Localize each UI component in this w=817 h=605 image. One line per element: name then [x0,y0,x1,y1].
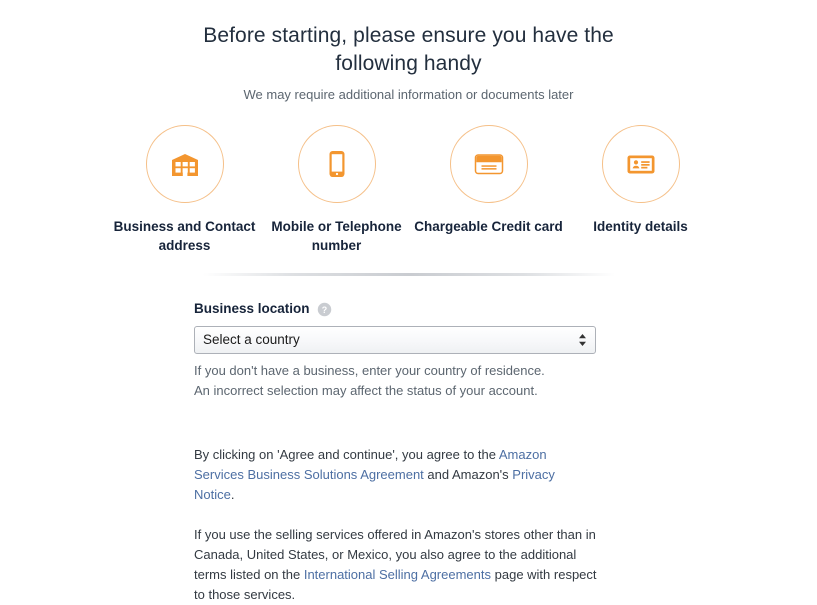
helper-line-2: An incorrect selection may affect the st… [194,383,538,398]
international-selling-agreements-link[interactable]: International Selling Agreements [304,567,491,582]
building-icon [171,154,198,176]
id-card-icon [627,155,654,174]
mobile-phone-icon [329,151,344,177]
legal-paragraph-2: If you use the selling services offered … [194,525,598,605]
section-divider [202,273,615,276]
business-location-label-row: Business location ? [194,300,598,318]
requirement-item-business-address: Business and Contact address [109,125,261,255]
icon-circle-business-address [145,125,224,203]
legal-paragraph-1: By clicking on 'Agree and continue', you… [194,445,598,505]
section-divider-wrapper [0,273,817,276]
legal-p1-text-c: . [230,487,235,502]
help-circle-icon[interactable]: ? [317,302,332,317]
icon-circle-credit-card [449,125,528,203]
page-subtitle: We may require additional information or… [243,87,574,102]
requirement-label: Mobile or Telephone number [271,219,402,253]
helper-line-1: If you don't have a business, enter your… [194,363,545,378]
business-location-form: Business location ? Select a country If … [194,276,598,605]
page-title: Before starting, please ensure you have … [203,24,614,75]
credit-card-icon [474,154,503,175]
requirement-label: Chargeable Credit card [414,219,563,234]
svg-text:?: ? [321,304,326,314]
legal-p1-text-b: and Amazon's [423,467,513,482]
business-location-label: Business location [194,301,310,316]
requirements-list: Business and Contact address Mobile or T… [0,125,817,255]
business-location-select[interactable]: Select a country [194,326,596,354]
business-location-helper-text: If you don't have a business, enter your… [194,361,598,401]
icon-circle-phone [297,125,376,203]
legal-p1-text-a: By clicking on 'Agree and continue', you… [194,447,499,462]
icon-circle-identity [601,125,680,203]
requirement-label: Business and Contact address [113,219,256,253]
page-header: Before starting, please ensure you have … [0,0,817,103]
requirement-item-credit-card: Chargeable Credit card [413,125,565,236]
requirement-label: Identity details [593,219,688,234]
business-location-select-value: Select a country [203,332,300,347]
legal-agreement-block: By clicking on 'Agree and continue', you… [194,445,598,605]
requirement-item-phone: Mobile or Telephone number [261,125,413,255]
requirement-item-identity: Identity details [565,125,717,236]
business-location-select-wrapper[interactable]: Select a country [194,326,596,354]
